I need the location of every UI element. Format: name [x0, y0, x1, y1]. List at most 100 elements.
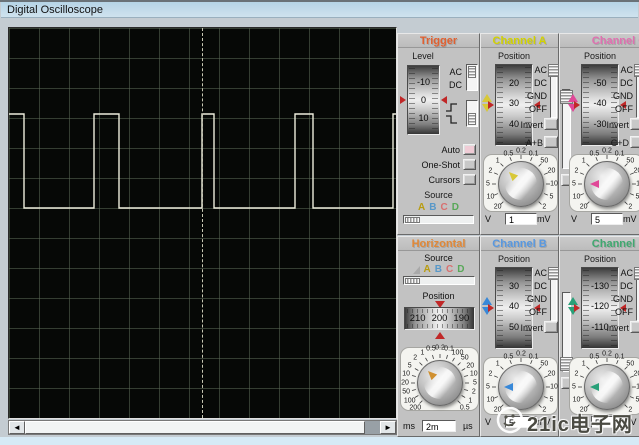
- position-label: Position: [493, 254, 535, 264]
- invert-button[interactable]: [630, 118, 639, 130]
- knob-scale-label: 10: [470, 370, 478, 377]
- trigger-source-slider-thumb[interactable]: [405, 217, 420, 223]
- scale-knob-group[interactable]: V 5 mV 20105210.50.20.150201052: [567, 150, 639, 236]
- knob-scale-label: 0.2: [602, 148, 612, 155]
- horizontal-source-slider[interactable]: [403, 276, 475, 285]
- unit-left: V: [571, 214, 577, 224]
- timebase-value: 2m: [422, 420, 456, 432]
- coupling-slider-thumb[interactable]: [634, 267, 639, 280]
- drum-marker-left-icon: [574, 304, 580, 312]
- coupling-slider-thumb[interactable]: [548, 64, 559, 77]
- knob-scale-label: 50: [626, 360, 634, 367]
- knob-scale-label: 10: [402, 370, 410, 377]
- invert-button[interactable]: [544, 321, 558, 333]
- timebase-knob-group[interactable]: ms 2m µs 2001005020105210.50.20.11005020…: [398, 341, 481, 437]
- coupling-option-off: OFF: [603, 103, 633, 116]
- source-channel-d[interactable]: D: [457, 264, 464, 275]
- scale-value: 5: [591, 213, 623, 225]
- invert-button[interactable]: [544, 118, 558, 130]
- scroll-track[interactable]: [365, 421, 380, 434]
- scale-knob-group[interactable]: V 5 mV 20105210.50.20.150201052: [481, 353, 560, 439]
- invert-label: Invert: [585, 323, 629, 333]
- knob-scale-label: 10: [573, 193, 581, 200]
- source-channel-d[interactable]: D: [452, 202, 459, 213]
- drum-value: 210: [410, 313, 426, 324]
- trigger-edge-toggle[interactable]: [466, 100, 478, 127]
- source-channel-a[interactable]: A: [418, 202, 425, 213]
- desktop-background-strip: [0, 437, 639, 445]
- knob-scale-label: 0.1: [529, 150, 539, 157]
- channel-header: Channel D: [560, 237, 639, 251]
- channel-body: Position 304050 ACDCGNDOFF Invert V 5 mV…: [481, 251, 560, 436]
- oscilloscope-window: { "window": {"title": "Digital Oscillosc…: [0, 0, 639, 445]
- sum-button[interactable]: [544, 136, 558, 148]
- falling-edge-icon[interactable]: [445, 114, 458, 125]
- knob-scale-label: 2: [628, 407, 632, 414]
- knob-scale-label: 0.2: [516, 148, 526, 155]
- knob-scale-label: 5: [550, 396, 554, 403]
- knob-scale-label: 2: [575, 168, 579, 175]
- coupling-option-off: OFF: [517, 306, 547, 319]
- invert-button[interactable]: [630, 321, 639, 333]
- display-scrollbar[interactable]: ◄ ►: [8, 420, 397, 435]
- drum-value: 190: [453, 313, 469, 324]
- timebase-knob[interactable]: [417, 360, 463, 406]
- cursors-button[interactable]: [463, 174, 476, 185]
- channel-header: Channel C: [560, 34, 639, 48]
- knob-scale-label: 0.5: [589, 353, 599, 360]
- knob-scale-label: 1: [496, 157, 500, 164]
- horizontal-position-drum[interactable]: 210200190: [404, 307, 475, 330]
- knob-scale-label: 5: [473, 380, 477, 387]
- trigger-edge-toggle-thumb[interactable]: [468, 113, 476, 125]
- cursors-row: Cursors: [400, 174, 478, 185]
- source-channel-c[interactable]: C: [441, 202, 448, 213]
- horizontal-source-channels: ABCD: [398, 264, 479, 275]
- sum-button[interactable]: [630, 136, 639, 148]
- knob-scale-label: 2: [489, 168, 493, 175]
- title-bar[interactable]: Digital Oscilloscope: [1, 2, 638, 18]
- trigger-cursor-line[interactable]: [202, 28, 203, 418]
- trigger-buttons: AutoOne-ShotCursors: [400, 144, 478, 189]
- source-channel-b[interactable]: B: [435, 264, 442, 275]
- knob-scale-label: 1: [468, 397, 472, 404]
- coupling-option-dc: DC: [517, 280, 547, 293]
- channel-body: Position -130-120-110 ACDCGNDOFF Invert …: [567, 251, 639, 436]
- scale-knob[interactable]: [498, 161, 544, 207]
- coupling-slider-thumb[interactable]: [634, 64, 639, 77]
- coupling-labels: ACDCGNDOFF: [603, 267, 633, 319]
- coupling-option-off: OFF: [603, 306, 633, 319]
- channel-title: Channel C: [592, 35, 639, 47]
- invert-label: Invert: [499, 120, 543, 130]
- level-marker-left-icon: [400, 96, 406, 104]
- one-shot-button[interactable]: [463, 159, 476, 170]
- rising-edge-icon[interactable]: [445, 102, 458, 113]
- scale-value: 5: [505, 416, 537, 428]
- scroll-right-button[interactable]: ►: [380, 421, 396, 434]
- scale-knob-group[interactable]: V 5 mV 20105210.50.20.150201052: [567, 353, 639, 439]
- drum-value: 0: [408, 95, 439, 105]
- channel-b-panel: Channel B Position 304050 ACDCGNDOFF Inv…: [480, 236, 559, 437]
- trigger-coupling-toggle[interactable]: [466, 64, 478, 91]
- scroll-thumb[interactable]: [25, 421, 365, 434]
- auto-button[interactable]: [463, 144, 476, 155]
- source-channel-b[interactable]: B: [429, 202, 436, 213]
- position-marker-up-icon: [435, 332, 445, 339]
- trigger-source-channels: ABCD: [398, 202, 479, 213]
- horizontal-source-slider-thumb[interactable]: [405, 278, 420, 284]
- horizontal-position-label: Position: [398, 291, 479, 301]
- sum-label: C+D: [585, 138, 629, 148]
- scroll-left-button[interactable]: ◄: [9, 421, 25, 434]
- source-channel-c[interactable]: C: [446, 264, 453, 275]
- coupling-option-ac: AC: [517, 64, 547, 77]
- scale-knob-group[interactable]: V 1 mV 20105210.50.20.150201052: [481, 150, 560, 236]
- horizontal-source-label: Source: [398, 253, 479, 263]
- invert-label: Invert: [585, 120, 629, 130]
- coupling-slider-thumb[interactable]: [548, 267, 559, 280]
- trigger-source-slider[interactable]: [403, 215, 474, 224]
- knob-scale-label: 100: [404, 397, 416, 404]
- knob-scale-label: 5: [636, 396, 639, 403]
- source-channel-a[interactable]: A: [424, 264, 431, 275]
- trigger-level-drum[interactable]: -10010: [407, 65, 440, 135]
- knob-scale-label: 1: [496, 360, 500, 367]
- trigger-coupling-toggle-thumb[interactable]: [468, 66, 476, 78]
